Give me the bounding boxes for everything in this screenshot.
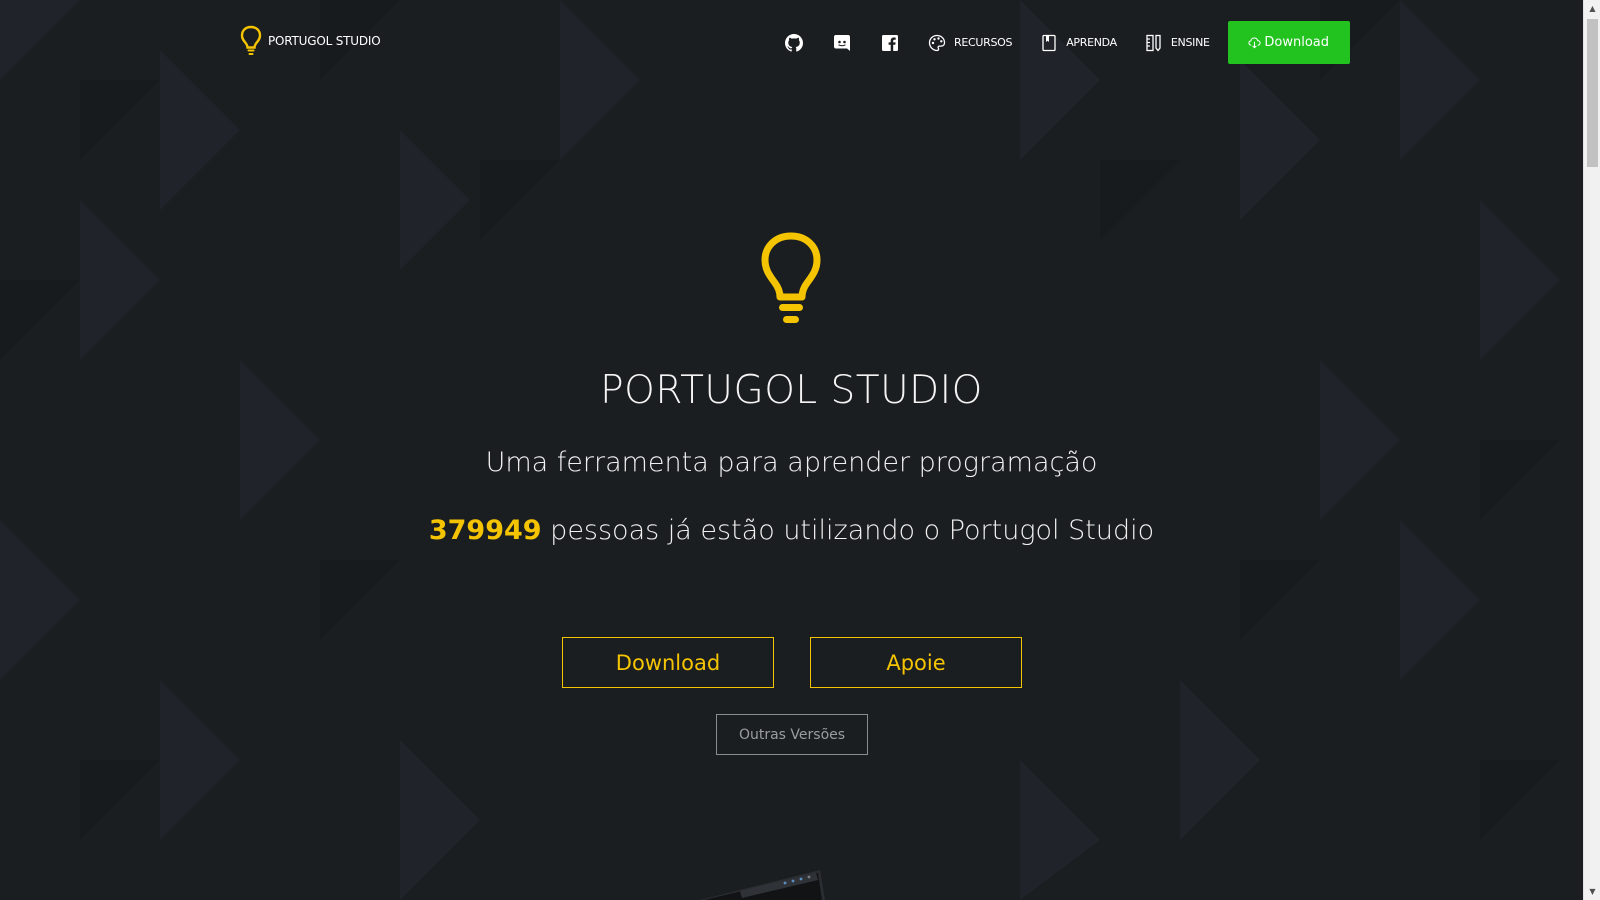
- cloud-download-icon: [1248, 37, 1261, 49]
- palette-icon: [928, 34, 946, 51]
- lightbulb-icon: [761, 232, 821, 323]
- lightbulb-icon: [240, 25, 262, 55]
- scroll-thumb[interactable]: [1587, 19, 1598, 167]
- nav-item-aprenda[interactable]: APRENDA: [1026, 21, 1131, 64]
- nav-download-button[interactable]: Download: [1227, 21, 1350, 64]
- brand-name: PORTUGOL STUDIO: [268, 34, 381, 48]
- navbar: PORTUGOL STUDIO RECURSOS APRENDA ENSINE …: [0, 0, 1583, 84]
- page: PORTUGOL STUDIO RECURSOS APRENDA ENSINE …: [0, 0, 1583, 900]
- nav-aprenda-label: APRENDA: [1066, 36, 1117, 49]
- nav-ensine-label: ENSINE: [1170, 36, 1210, 49]
- scroll-up-arrow-icon[interactable]: ▲: [1584, 0, 1600, 17]
- facebook-link[interactable]: [866, 21, 914, 64]
- user-count: 379949: [428, 515, 542, 546]
- nav-recursos-label: RECURSOS: [954, 36, 1013, 49]
- discord-link[interactable]: [818, 21, 866, 64]
- github-link[interactable]: [770, 21, 818, 64]
- scrollbar[interactable]: ▲ ▼: [1583, 0, 1600, 900]
- facebook-icon: [882, 34, 898, 51]
- hero-title: PORTUGOL STUDIO: [600, 368, 983, 413]
- other-versions-button[interactable]: Outras Versões: [716, 714, 868, 755]
- download-button[interactable]: Download: [562, 637, 774, 688]
- github-icon: [785, 33, 803, 52]
- brand-link[interactable]: PORTUGOL STUDIO: [240, 25, 381, 57]
- support-button[interactable]: Apoie: [810, 637, 1022, 688]
- ruler-pencil-icon: [1146, 34, 1161, 52]
- scroll-down-arrow-icon[interactable]: ▼: [1584, 883, 1600, 900]
- laptop-image: [700, 870, 825, 900]
- discord-icon: [834, 34, 850, 51]
- nav-item-recursos[interactable]: RECURSOS: [914, 21, 1026, 64]
- nav-links: RECURSOS APRENDA ENSINE Download: [770, 21, 1350, 64]
- hero-subtitle: Uma ferramenta para aprender programação: [485, 447, 1098, 478]
- book-icon: [1042, 34, 1056, 51]
- user-count-text: pessoas já estão utilizando o Portugol S…: [541, 515, 1155, 546]
- user-count-line: 379949 pessoas já estão utilizando o Por…: [0, 515, 1583, 546]
- nav-item-ensine[interactable]: ENSINE: [1131, 21, 1224, 64]
- nav-download-label: Download: [1264, 35, 1329, 50]
